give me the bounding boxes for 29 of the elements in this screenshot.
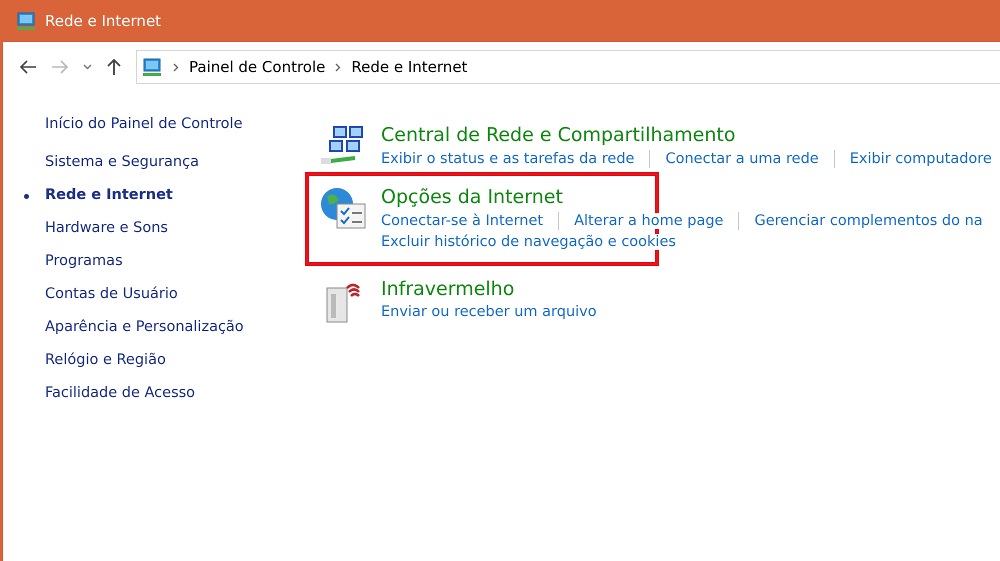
up-button[interactable] bbox=[106, 58, 122, 76]
sidebar-item[interactable]: Facilidade de Acesso bbox=[45, 385, 303, 418]
bullet-icon bbox=[24, 194, 29, 199]
network-window-icon bbox=[15, 10, 37, 32]
sidebar-item[interactable]: Relógio e Região bbox=[45, 352, 303, 385]
sidebar-item[interactable]: Contas de Usuário bbox=[45, 286, 303, 319]
task-link[interactable]: Exibir computadore bbox=[850, 151, 992, 167]
control-panel-home-link[interactable]: Início do Painel de Controle bbox=[45, 116, 303, 132]
sidebar-item[interactable]: Rede e Internet bbox=[45, 187, 303, 220]
task-link[interactable]: Gerenciar complementos do na bbox=[754, 213, 983, 229]
chevron-icon bbox=[173, 62, 179, 72]
chevron-icon bbox=[335, 62, 342, 72]
back-button[interactable] bbox=[19, 60, 37, 74]
recent-dropdown-button[interactable] bbox=[83, 64, 92, 70]
sidebar-item[interactable]: Sistema e Segurança bbox=[45, 154, 303, 187]
breadcrumb-link[interactable]: Painel de Controle bbox=[189, 58, 326, 76]
address-bar[interactable]: Painel de Controle Rede e Internet bbox=[136, 50, 1000, 84]
category-title-link[interactable]: Opções da Internet bbox=[381, 186, 983, 208]
sidebar-item[interactable]: Hardware e Sons bbox=[45, 220, 303, 253]
sidebar-item[interactable]: Programas bbox=[45, 253, 303, 286]
breadcrumb-link[interactable]: Rede e Internet bbox=[351, 58, 468, 76]
control-panel-icon bbox=[141, 56, 163, 78]
task-link[interactable]: Alterar a home page bbox=[574, 213, 724, 229]
sidebar-item[interactable]: Aparência e Personalização bbox=[45, 319, 303, 352]
category-title-link[interactable]: Central de Rede e Compartilhamento bbox=[381, 124, 992, 146]
window-title: Rede e Internet bbox=[45, 12, 162, 30]
task-link[interactable]: Enviar ou receber um arquivo bbox=[381, 304, 597, 320]
task-link[interactable]: Excluir histórico de navegação e cookies bbox=[381, 234, 676, 250]
category-title-link[interactable]: Infravermelho bbox=[381, 278, 597, 300]
